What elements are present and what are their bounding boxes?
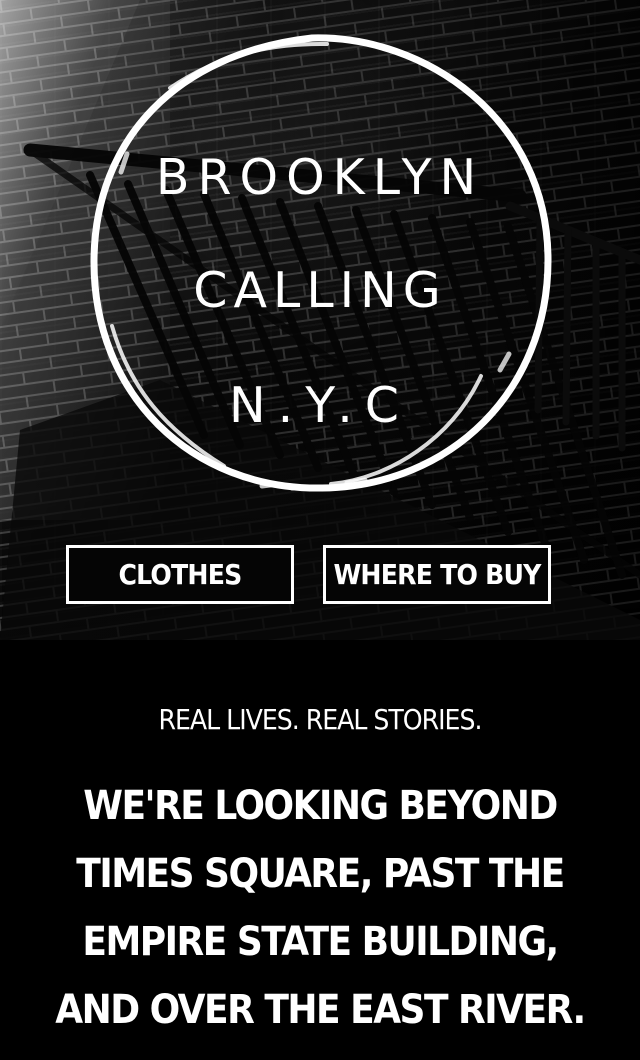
story-section: REAL LIVES. REAL STORIES. WE'RE LOOKING … xyxy=(0,640,640,1060)
hero-brick-stairway-image xyxy=(0,0,640,640)
logo-line-nyc: N.Y.C xyxy=(228,377,412,434)
logo-line-calling: CALLING xyxy=(193,262,447,319)
where-to-buy-button[interactable]: WHERE TO BUY xyxy=(323,545,551,604)
tagline: REAL LIVES. REAL STORIES. xyxy=(158,703,483,736)
hero-section: BROOKLYN CALLING N.Y.C CLOTHES WHERE TO … xyxy=(0,0,640,640)
statement: WE'RE LOOKING BEYOND TIMES SQUARE, PAST … xyxy=(55,783,586,1033)
logo-line-brooklyn: BROOKLYN xyxy=(155,149,485,206)
brooklyn-calling-page: BROOKLYN CALLING N.Y.C CLOTHES WHERE TO … xyxy=(0,0,640,1060)
hero-navigation-buttons: CLOTHES WHERE TO BUY xyxy=(66,545,554,604)
clothes-button[interactable]: CLOTHES xyxy=(66,545,294,604)
right-rail-bar xyxy=(562,226,572,426)
